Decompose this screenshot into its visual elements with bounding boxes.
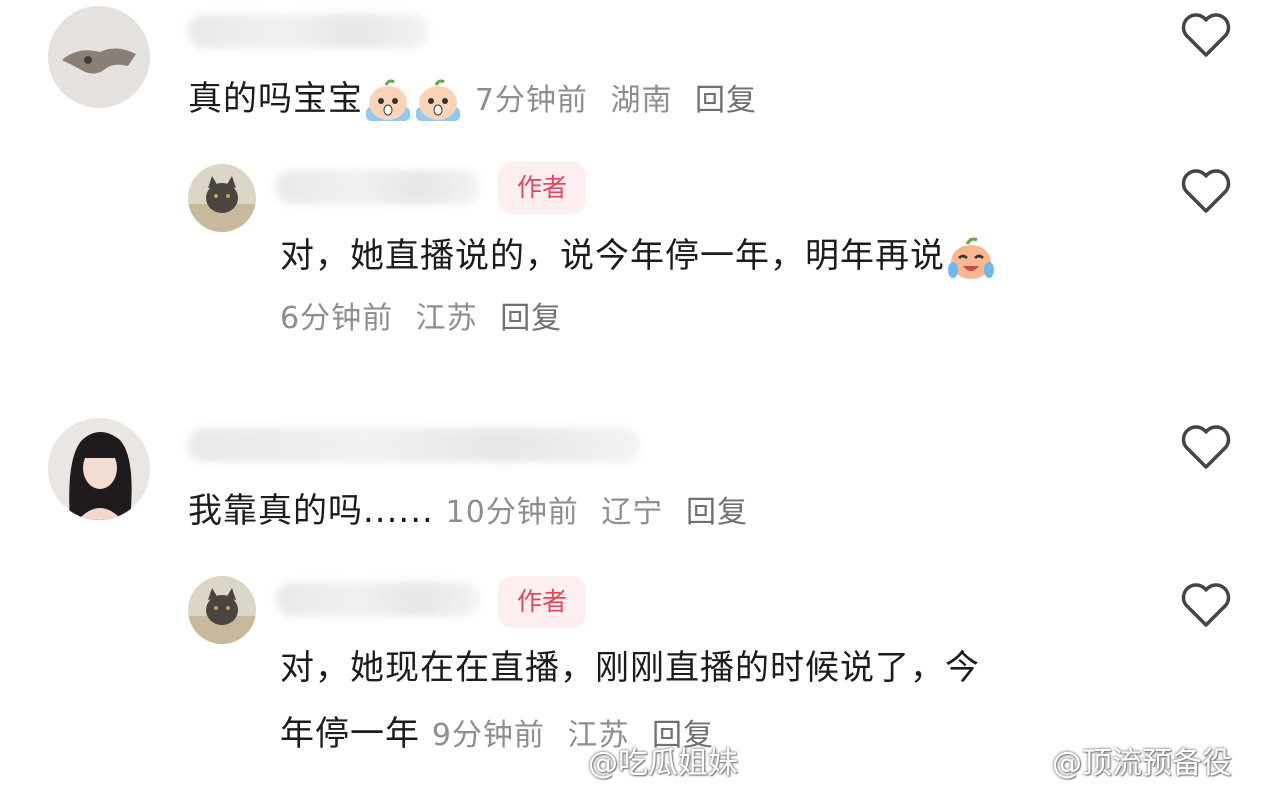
watermark-1: @吃瓜姐妹 xyxy=(540,738,738,782)
username-blurred[interactable] xyxy=(276,170,480,204)
username-blurred[interactable] xyxy=(276,582,480,616)
comment-location: 江苏 xyxy=(415,301,478,336)
comment-body: 我靠真的吗...... 10分钟前 辽宁 回复 xyxy=(188,486,760,536)
like-heart-icon[interactable] xyxy=(1180,582,1232,628)
avatar-image xyxy=(48,418,150,520)
comment-time: 10分钟前 xyxy=(445,495,579,530)
watermark-2: @顶流预备役 xyxy=(1004,738,1232,782)
avatar-image xyxy=(48,6,150,108)
reply-button[interactable]: 回复 xyxy=(695,83,757,118)
comment-2-reply: 作者 对，她直播说的，说今年停一年，明年再说 6分钟前 江苏 回复 xyxy=(0,150,1280,370)
comment-1: 真的吗宝宝 7分钟前 湖南 回复 xyxy=(0,0,1280,150)
username-blurred[interactable] xyxy=(188,428,640,462)
comment-body: 真的吗宝宝 7分钟前 湖南 回复 xyxy=(188,74,769,124)
comment-text: 真的吗宝宝 xyxy=(188,79,363,119)
comment-meta: 6分钟前 江苏 回复 xyxy=(280,296,574,342)
avatar-image xyxy=(188,164,256,232)
comment-text: 我靠真的吗...... xyxy=(188,491,434,531)
like-heart-icon[interactable] xyxy=(1180,168,1232,214)
crying-peach-emoji-icon xyxy=(363,77,411,125)
avatar[interactable] xyxy=(188,164,256,232)
comment-meta: 10分钟前 辽宁 回复 xyxy=(446,495,760,530)
weibo-logo-icon xyxy=(1004,753,1044,780)
watermark-text: @顶流预备役 xyxy=(1052,746,1232,781)
comment-time: 6分钟前 xyxy=(280,301,394,336)
watermark-text: @吃瓜姐妹 xyxy=(588,746,738,781)
author-badge: 作者 xyxy=(498,576,586,628)
comment-time: 9分钟前 xyxy=(431,718,545,753)
weibo-logo-icon xyxy=(540,753,580,780)
author-badge: 作者 xyxy=(498,162,586,214)
comment-text: 对，她直播说的，说今年停一年，明年再说 xyxy=(280,236,945,276)
avatar-image xyxy=(188,576,256,644)
comment-meta: 7分钟前 湖南 回复 xyxy=(475,83,769,118)
crying-peach-emoji-icon xyxy=(413,77,461,125)
like-heart-icon[interactable] xyxy=(1180,424,1232,470)
reply-button[interactable]: 回复 xyxy=(686,495,748,530)
avatar[interactable] xyxy=(48,6,150,108)
comment-time: 7分钟前 xyxy=(474,83,588,118)
avatar[interactable] xyxy=(188,576,256,644)
comment-text-line-2: 年停一年 xyxy=(280,714,420,754)
comment-location: 辽宁 xyxy=(601,495,664,530)
reply-button[interactable]: 回复 xyxy=(500,301,562,336)
avatar[interactable] xyxy=(48,418,150,520)
comment-location: 湖南 xyxy=(610,83,673,118)
comment-3: 我靠真的吗...... 10分钟前 辽宁 回复 xyxy=(0,410,1280,560)
comment-text-line-1: 对，她现在在直播，刚刚直播的时候说了，今 xyxy=(280,648,980,688)
comment-body: 对，她直播说的，说今年停一年，明年再说 xyxy=(280,228,995,284)
like-heart-icon[interactable] xyxy=(1180,12,1232,58)
username-blurred[interactable] xyxy=(188,14,428,48)
laugh-cry-peach-emoji-icon xyxy=(945,234,994,282)
